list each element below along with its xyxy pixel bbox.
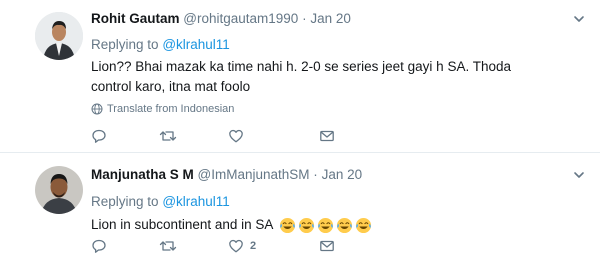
heart-icon — [229, 129, 243, 143]
reply-button[interactable] — [91, 238, 113, 254]
heart-icon — [229, 239, 243, 253]
retweet-button[interactable] — [159, 238, 183, 254]
face-with-tears-of-joy-emoji — [337, 217, 353, 233]
tweet-actions — [91, 128, 351, 146]
tweet-header: Rohit Gautam @rohitgautam1990 · Jan 20 — [91, 10, 351, 28]
avatar[interactable] — [35, 166, 83, 214]
user-handle[interactable]: @ImManjunathSM — [198, 167, 310, 182]
separator: · — [313, 167, 318, 182]
face-with-tears-of-joy-emoji — [280, 217, 296, 233]
like-count: 2 — [250, 240, 257, 252]
chevron-down-icon[interactable] — [572, 168, 586, 182]
direct-message-button[interactable] — [319, 128, 335, 144]
reply-icon — [92, 239, 106, 253]
replying-to: Replying to @klrahul11 — [91, 36, 230, 54]
envelope-icon — [320, 240, 334, 252]
avatar[interactable] — [35, 12, 83, 60]
tweet-text-content: Lion in subcontinent and in SA — [91, 217, 274, 232]
retweet-button[interactable] — [159, 128, 183, 144]
emoji-row — [279, 217, 372, 234]
tweet[interactable]: Manjunatha S M @ImManjunathSM · Jan 20 R… — [0, 153, 600, 268]
tweet-header: Manjunatha S M @ImManjunathSM · Jan 20 — [91, 166, 362, 184]
retweet-icon — [159, 241, 177, 251]
face-with-tears-of-joy-emoji — [318, 217, 334, 233]
mention-link[interactable]: @klrahul11 — [162, 194, 230, 209]
tweet[interactable]: Rohit Gautam @rohitgautam1990 · Jan 20 R… — [0, 0, 600, 152]
chevron-down-icon[interactable] — [572, 12, 586, 26]
user-fullname[interactable]: Rohit Gautam — [91, 11, 180, 26]
face-with-tears-of-joy-emoji — [299, 217, 315, 233]
retweet-icon — [159, 131, 177, 141]
reply-icon — [92, 129, 106, 143]
like-button[interactable]: 2 — [228, 238, 256, 254]
timestamp[interactable]: Jan 20 — [322, 167, 363, 182]
face-with-tears-of-joy-emoji — [356, 217, 372, 233]
timestamp[interactable]: Jan 20 — [310, 11, 351, 26]
globe-icon — [91, 103, 103, 115]
replying-to: Replying to @klrahul11 — [91, 193, 230, 211]
user-handle[interactable]: @rohitgautam1990 — [183, 11, 298, 26]
translate-label: Translate from Indonesian — [107, 103, 235, 115]
like-button[interactable] — [228, 128, 250, 144]
translate-link[interactable]: Translate from Indonesian — [91, 103, 234, 115]
reply-button[interactable] — [91, 128, 113, 144]
envelope-icon — [320, 130, 334, 142]
replying-prefix: Replying to — [91, 194, 159, 209]
replying-prefix: Replying to — [91, 37, 159, 52]
tweet-text: Lion in subcontinent and in SA — [91, 215, 511, 235]
direct-message-button[interactable] — [319, 238, 335, 254]
tweet-text: Lion?? Bhai mazak ka time nahi h. 2-0 se… — [91, 59, 511, 94]
separator: · — [302, 11, 307, 26]
tweet-actions: 2 — [91, 238, 351, 256]
mention-link[interactable]: @klrahul11 — [162, 37, 230, 52]
user-fullname[interactable]: Manjunatha S M — [91, 167, 194, 182]
